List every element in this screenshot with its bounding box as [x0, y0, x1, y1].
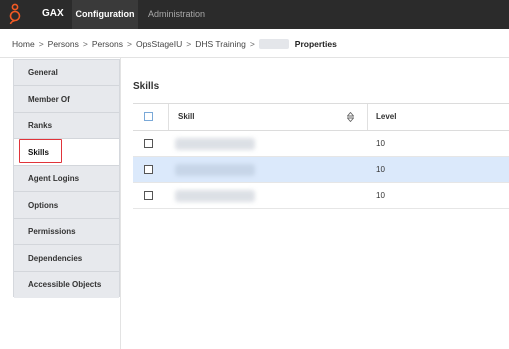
- skill-level: 10: [376, 191, 385, 200]
- table-row[interactable]: 10: [133, 183, 509, 209]
- skill-level: 10: [376, 165, 385, 174]
- select-all-checkbox[interactable]: [144, 112, 153, 121]
- breadcrumb-home[interactable]: Home: [12, 39, 35, 49]
- sidebar-item-permissions[interactable]: Permissions: [14, 219, 119, 245]
- properties-sidebar: General Member Of Ranks Skills Agent Log…: [13, 59, 120, 298]
- sidebar-item-general[interactable]: General: [14, 60, 119, 86]
- page-title: Skills: [133, 81, 160, 92]
- skill-level: 10: [376, 139, 385, 148]
- breadcrumb-dhs-training[interactable]: DHS Training: [195, 39, 246, 49]
- content-divider: [120, 58, 121, 349]
- sidebar-item-skills[interactable]: Skills: [14, 139, 119, 166]
- column-header-skill[interactable]: Skill: [178, 104, 194, 130]
- row-checkbox[interactable]: [144, 165, 153, 174]
- row-checkbox[interactable]: [144, 191, 153, 200]
- row-checkbox[interactable]: [144, 139, 153, 148]
- breadcrumb-separator: >: [186, 39, 192, 49]
- table-row[interactable]: 10: [133, 157, 509, 183]
- column-header-level[interactable]: Level: [376, 104, 396, 130]
- skill-name-redacted: [175, 190, 255, 202]
- breadcrumb-persons-folder[interactable]: Persons: [92, 39, 123, 49]
- breadcrumb-current: Properties: [294, 39, 337, 49]
- breadcrumb-redacted-name: [258, 39, 289, 49]
- app-name: GAX: [42, 8, 64, 19]
- breadcrumb-separator: >: [249, 39, 255, 49]
- header-divider: [0, 57, 509, 58]
- top-nav-bar: GAX Configuration Administration: [0, 0, 509, 29]
- skill-name-redacted: [175, 164, 255, 176]
- genesys-logo-icon: [9, 3, 21, 25]
- table-header: Skill Level: [133, 103, 509, 131]
- breadcrumb-separator: >: [82, 39, 88, 49]
- sidebar-item-ranks[interactable]: Ranks: [14, 113, 119, 139]
- breadcrumb-opsstageiu[interactable]: OpsStageIU: [136, 39, 182, 49]
- breadcrumb-persons[interactable]: Persons: [48, 39, 79, 49]
- breadcrumb: Home > Persons > Persons > OpsStageIU > …: [12, 39, 337, 49]
- sort-icon[interactable]: [347, 112, 354, 122]
- skill-name-redacted: [175, 138, 255, 150]
- sidebar-item-options[interactable]: Options: [14, 192, 119, 219]
- breadcrumb-separator: >: [127, 39, 132, 49]
- sidebar-item-dependencies[interactable]: Dependencies: [14, 245, 119, 272]
- tab-administration[interactable]: Administration: [148, 0, 205, 29]
- breadcrumb-separator: >: [38, 39, 44, 49]
- sidebar-item-accessible-objects[interactable]: Accessible Objects: [14, 272, 119, 298]
- sidebar-item-agent-logins[interactable]: Agent Logins: [14, 166, 119, 192]
- tab-configuration[interactable]: Configuration: [72, 0, 138, 29]
- table-row[interactable]: 10: [133, 131, 509, 157]
- column-divider: [367, 104, 368, 130]
- column-divider: [168, 104, 169, 130]
- sidebar-item-member-of[interactable]: Member Of: [14, 86, 119, 113]
